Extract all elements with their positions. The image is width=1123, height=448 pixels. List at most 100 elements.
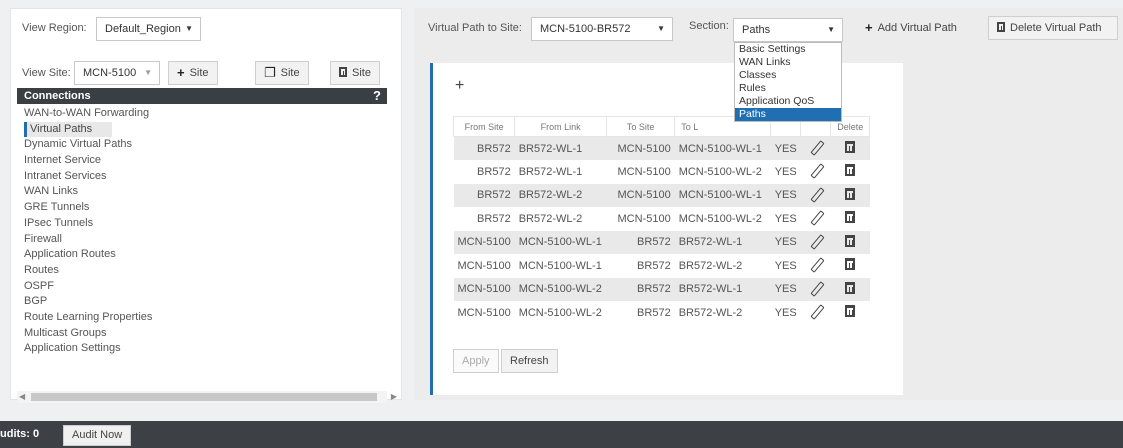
connection-item-wan-links[interactable]: WAN Links xyxy=(24,184,384,200)
trash-icon xyxy=(339,62,347,84)
trash-icon[interactable] xyxy=(845,258,856,271)
connection-item-ospf[interactable]: OSPF xyxy=(24,279,384,295)
caret-down-icon: ▼ xyxy=(657,24,665,33)
section-value: Paths xyxy=(742,24,771,36)
section-option-wan-links[interactable]: WAN Links xyxy=(735,56,841,69)
enabled-cell: YES xyxy=(770,183,801,207)
trash-icon[interactable] xyxy=(845,281,856,294)
table-row: MCN-5100 MCN-5100-WL-1 BR572 BR572-WL-1 … xyxy=(453,230,870,254)
copy-site-label: Site xyxy=(280,67,300,79)
pencil-icon[interactable] xyxy=(810,210,822,224)
connection-item-multicast-groups[interactable]: Multicast Groups xyxy=(24,326,384,342)
enabled-cell: YES xyxy=(774,306,797,319)
enabled-cell: YES xyxy=(774,212,797,225)
to-link-cell: MCN-5100-WL-2 xyxy=(678,165,762,178)
from-link-cell: BR572-WL-2 xyxy=(514,183,607,207)
delete-site-button[interactable]: Site xyxy=(330,61,380,85)
connection-item-application-settings[interactable]: Application Settings xyxy=(24,341,384,357)
section-option-basic-settings[interactable]: Basic Settings xyxy=(735,43,841,56)
to-link-cell: BR572-WL-1 xyxy=(674,277,771,301)
scroll-left-icon[interactable]: ◀ xyxy=(19,391,25,403)
table-row: BR572 BR572-WL-1 MCN-5100 MCN-5100-WL-1 … xyxy=(453,136,870,160)
add-site-button[interactable]: + Site xyxy=(168,61,218,85)
trash-icon[interactable] xyxy=(845,234,856,247)
section-option-application-qos[interactable]: Application QoS xyxy=(735,95,841,108)
section-option-classes[interactable]: Classes xyxy=(735,69,841,82)
to-site-cell: BR572 xyxy=(606,277,675,301)
from-site-cell: MCN-5100 xyxy=(453,277,515,301)
enabled-cell: YES xyxy=(774,259,797,272)
connection-item-wan-to-wan[interactable]: WAN-to-WAN Forwarding xyxy=(24,106,384,122)
connection-item-gre-tunnels[interactable]: GRE Tunnels xyxy=(24,200,384,216)
section-dropdown: Basic Settings WAN Links Classes Rules A… xyxy=(734,42,842,122)
connection-item-routes[interactable]: Routes xyxy=(24,263,384,279)
trash-icon[interactable] xyxy=(845,211,856,224)
connection-item-route-learning[interactable]: Route Learning Properties xyxy=(24,310,384,326)
plus-icon: + xyxy=(177,65,185,80)
section-select[interactable]: Paths ▼ xyxy=(733,18,843,42)
view-site-select[interactable]: MCN-5100 ▼ xyxy=(74,61,160,85)
pencil-icon[interactable] xyxy=(810,281,822,295)
connection-item-firewall[interactable]: Firewall xyxy=(24,232,384,248)
enabled-cell: YES xyxy=(774,165,797,178)
table-row: BR572 BR572-WL-1 MCN-5100 MCN-5100-WL-2 … xyxy=(454,160,870,184)
connection-item-intranet-services[interactable]: Intranet Services xyxy=(24,169,384,185)
refresh-button[interactable]: Refresh xyxy=(501,349,558,373)
add-virtual-path-label: Add Virtual Path xyxy=(877,22,957,34)
delete-site-label: Site xyxy=(352,67,371,79)
virtual-path-value: MCN-5100-BR572 xyxy=(540,23,631,35)
delete-virtual-path-button[interactable]: Delete Virtual Path xyxy=(988,16,1118,40)
pencil-icon[interactable] xyxy=(810,257,822,271)
connection-item-virtual-paths[interactable]: Virtual Paths xyxy=(24,121,112,138)
help-icon[interactable]: ? xyxy=(373,88,381,104)
pencil-icon[interactable] xyxy=(810,304,822,318)
add-virtual-path-button[interactable]: + Add Virtual Path xyxy=(856,16,966,40)
scrollbar-thumb[interactable] xyxy=(31,393,377,401)
pencil-icon[interactable] xyxy=(810,234,822,248)
apply-button[interactable]: Apply xyxy=(453,349,499,373)
col-from-site: From Site xyxy=(452,116,516,137)
trash-icon[interactable] xyxy=(845,141,856,153)
trash-icon[interactable] xyxy=(845,187,856,200)
from-site-cell: BR572 xyxy=(477,165,511,178)
to-link-cell: MCN-5100-WL-1 xyxy=(674,183,771,207)
pencil-icon[interactable] xyxy=(810,163,822,177)
from-link-cell: BR572-WL-1 xyxy=(518,165,583,178)
caret-down-icon: ▼ xyxy=(827,25,835,34)
enabled-cell: YES xyxy=(770,136,801,160)
trash-icon[interactable] xyxy=(845,305,856,318)
to-link-cell: BR572-WL-2 xyxy=(678,306,743,319)
trash-icon[interactable] xyxy=(845,164,856,177)
from-link-cell: MCN-5100-WL-2 xyxy=(514,277,607,301)
connection-item-bgp[interactable]: BGP xyxy=(24,294,384,310)
horizontal-scrollbar[interactable]: ◀ ▶ xyxy=(17,391,397,403)
section-option-rules[interactable]: Rules xyxy=(735,82,841,95)
connection-item-internet-service[interactable]: Internet Service xyxy=(24,153,384,169)
connections-list: WAN-to-WAN Forwarding Virtual Paths Dyna… xyxy=(24,106,384,357)
view-region-value: Default_Region xyxy=(105,23,181,35)
to-site-cell: BR572 xyxy=(637,259,671,272)
add-path-icon[interactable]: + xyxy=(455,77,464,95)
section-option-paths[interactable]: Paths xyxy=(735,108,841,121)
view-site-value: MCN-5100 xyxy=(83,67,137,79)
pencil-icon[interactable] xyxy=(810,140,822,154)
virtual-path-select[interactable]: MCN-5100-BR572 ▼ xyxy=(531,17,673,41)
enabled-cell: YES xyxy=(770,277,801,301)
from-site-cell: BR572 xyxy=(477,212,511,225)
connection-item-application-routes[interactable]: Application Routes xyxy=(24,247,384,263)
caret-down-icon: ▼ xyxy=(144,68,152,77)
to-site-cell: BR572 xyxy=(606,230,675,254)
view-region-select[interactable]: Default_Region ▼ xyxy=(96,17,201,41)
scroll-right-icon[interactable]: ▶ xyxy=(391,391,397,403)
pencil-icon[interactable] xyxy=(810,187,822,201)
connection-item-ipsec-tunnels[interactable]: IPsec Tunnels xyxy=(24,216,384,232)
from-site-cell: BR572 xyxy=(453,136,515,160)
connections-title: Connections xyxy=(24,90,91,102)
table-row: BR572 BR572-WL-2 MCN-5100 MCN-5100-WL-2 … xyxy=(454,207,870,231)
from-site-cell: MCN-5100 xyxy=(457,306,511,319)
audit-now-button[interactable]: Audit Now xyxy=(63,425,132,446)
copy-site-button[interactable]: ❐ Site xyxy=(255,61,309,85)
to-site-cell: MCN-5100 xyxy=(606,183,675,207)
connection-item-dynamic-virtual-paths[interactable]: Dynamic Virtual Paths xyxy=(24,137,384,153)
audits-count: 0 xyxy=(33,428,40,440)
